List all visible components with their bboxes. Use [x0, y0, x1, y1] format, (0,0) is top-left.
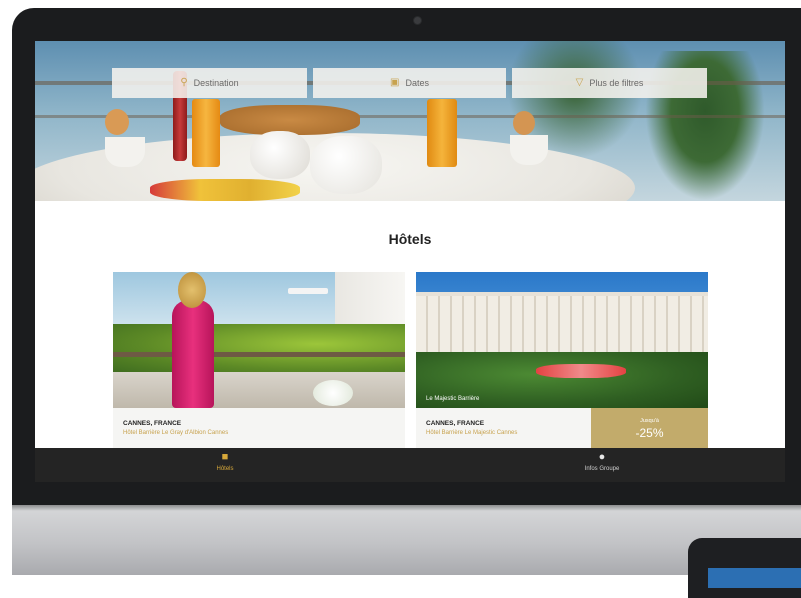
nav-hotels-label: Hôtels	[216, 466, 234, 472]
hero-egg-cup-right	[510, 135, 548, 165]
hero-egg-cup	[105, 137, 145, 167]
photo-caption: Le Majestic Barrière	[426, 396, 480, 402]
nav-item-infos[interactable]: ● Infos Groupe	[552, 451, 652, 472]
photo-flowers	[536, 364, 626, 378]
dates-picker-box[interactable]: ▣ Dates	[313, 68, 506, 98]
discount-label: Jusqu'à	[640, 417, 659, 424]
hotel-card-majestic[interactable]: Le Majestic Barrière CANNES, FRANCE Hôte…	[416, 272, 708, 449]
chin-shadow	[12, 505, 801, 511]
hero-railing-lower	[35, 115, 785, 118]
hotel-icon: ■	[221, 451, 229, 463]
monitor-chin	[12, 505, 801, 575]
app-screen: ⚲ Destination ▣ Dates ▽ Plus de filtres …	[35, 41, 785, 482]
nav-infos-label: Infos Groupe	[584, 466, 620, 472]
card-info	[113, 408, 405, 449]
photo-hedge	[113, 324, 405, 374]
filters-box[interactable]: ▽ Plus de filtres	[512, 68, 707, 98]
destination-label: Destination	[193, 78, 239, 88]
section-title: Hôtels	[388, 231, 432, 247]
calendar-icon: ▣	[390, 77, 400, 88]
photo-woman	[168, 272, 216, 408]
filter-icon: ▽	[575, 77, 584, 88]
card-hotel-name[interactable]: Hôtel Barrière Le Gray d'Albion Cannes	[123, 430, 228, 436]
photo-terrace	[113, 372, 405, 408]
photo-ship	[288, 288, 328, 294]
photo-hair	[178, 272, 206, 308]
nav-item-hotels[interactable]: ■ Hôtels	[175, 451, 275, 472]
webcam	[414, 17, 421, 24]
hotel-photo[interactable]	[113, 272, 405, 408]
second-device-screen	[708, 568, 801, 588]
destination-search-box[interactable]: ⚲ Destination	[112, 68, 307, 98]
dates-label: Dates	[405, 78, 429, 88]
hero-juice-glass	[192, 99, 220, 167]
photo-dress	[172, 300, 214, 408]
hero-egg-right	[513, 111, 535, 135]
card-hotel-name[interactable]: Hôtel Barrière Le Majestic Cannes	[426, 430, 517, 436]
discount-value: -25%	[635, 425, 664, 440]
hero-bread-basket	[220, 105, 360, 135]
hero-egg	[105, 109, 129, 135]
second-device	[688, 538, 801, 598]
info-icon: ●	[598, 451, 606, 463]
search-icon: ⚲	[180, 77, 188, 88]
filters-label: Plus de filtres	[589, 78, 644, 88]
photo-railing	[113, 352, 405, 357]
card-city: CANNES, FRANCE	[123, 420, 182, 427]
hotel-card-gray-albion[interactable]: CANNES, FRANCE Hôtel Barrière Le Gray d'…	[113, 272, 405, 449]
hotel-photo[interactable]: Le Majestic Barrière	[416, 272, 708, 408]
discount-badge: Jusqu'à -25%	[591, 408, 708, 449]
hero-fruit-plate	[150, 179, 300, 201]
card-city: CANNES, FRANCE	[426, 420, 485, 427]
photo-flowers	[313, 380, 353, 406]
hero-juice-glass-right	[427, 99, 457, 167]
hero-teapot-small	[250, 131, 310, 179]
bottom-nav: ■ Hôtels ● Infos Groupe	[35, 448, 785, 482]
hero-banner: ⚲ Destination ▣ Dates ▽ Plus de filtres	[35, 41, 785, 201]
hero-teapot	[310, 136, 382, 194]
